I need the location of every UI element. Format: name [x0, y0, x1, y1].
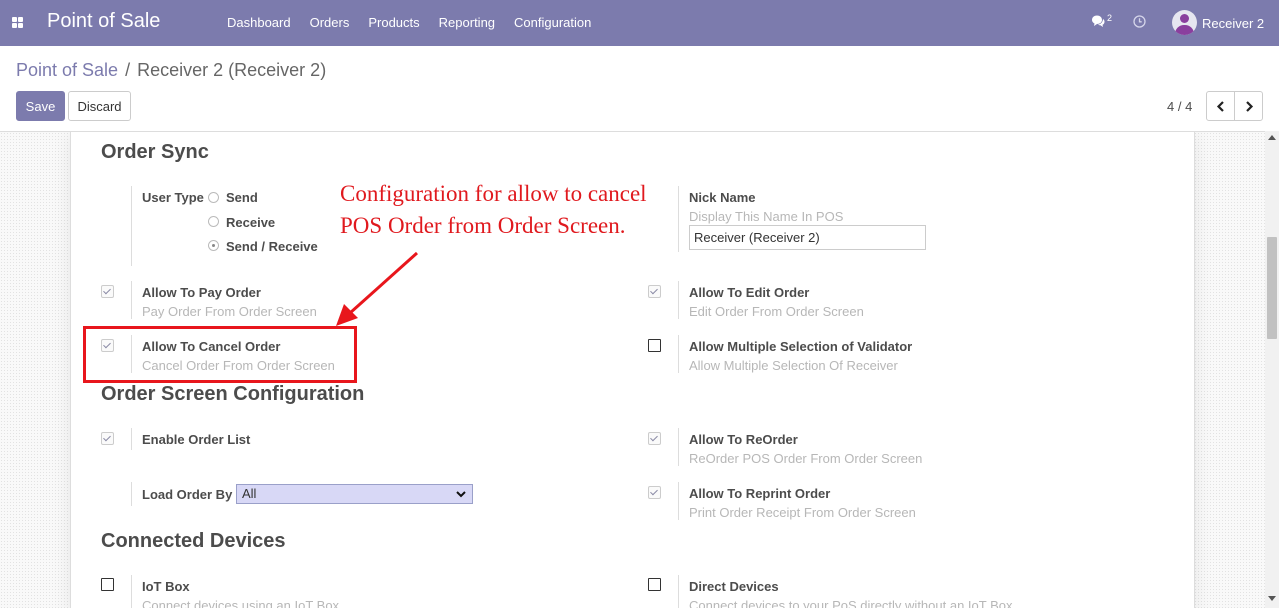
load-order-by-label: Load Order By — [142, 487, 233, 502]
field-divider — [131, 428, 132, 450]
field-divider — [131, 186, 132, 266]
allow-multi-selection-checkbox[interactable] — [648, 339, 661, 352]
chat-count-badge: 2 — [1107, 13, 1113, 23]
allow-pay-label: Allow To Pay Order — [142, 285, 261, 300]
annotation-caption: Configuration for allow to cancel POS Or… — [340, 178, 647, 242]
annotation-line-1: Configuration for allow to cancel — [340, 181, 647, 206]
radio-receive-label[interactable]: Receive — [226, 215, 275, 230]
clock-icon[interactable] — [1133, 15, 1146, 28]
radio-send-receive[interactable] — [208, 240, 219, 251]
direct-devices-label: Direct Devices — [689, 579, 779, 594]
section-title-connected-devices: Connected Devices — [101, 530, 286, 552]
annotation-highlight-box — [83, 326, 357, 383]
main-menu: Dashboard Orders Products Reporting Conf… — [227, 15, 611, 30]
enable-order-list-label: Enable Order List — [142, 432, 251, 447]
scroll-up-arrow-icon[interactable] — [1268, 135, 1276, 140]
save-button[interactable]: Save — [16, 91, 65, 121]
radio-send-receive-label[interactable]: Send / Receive — [226, 239, 318, 254]
pager-next-button[interactable] — [1234, 91, 1263, 121]
user-type-label: User Type — [142, 190, 204, 205]
field-divider — [131, 281, 132, 319]
breadcrumb-separator: / — [125, 60, 131, 80]
field-divider — [131, 575, 132, 608]
allow-reorder-label: Allow To ReOrder — [689, 432, 798, 447]
radio-send[interactable] — [208, 192, 219, 203]
allow-pay-checkbox[interactable] — [101, 285, 114, 298]
radio-receive[interactable] — [208, 216, 219, 227]
iot-box-help: Connect devices using an IoT Box — [142, 598, 340, 608]
allow-edit-checkbox[interactable] — [648, 285, 661, 298]
vertical-scrollbar[interactable] — [1265, 131, 1279, 608]
allow-reprint-label: Allow To Reprint Order — [689, 486, 831, 501]
nick-name-help: Display This Name In POS — [689, 209, 844, 224]
top-navbar: Point of Sale Dashboard Orders Products … — [0, 0, 1279, 46]
allow-pay-help: Pay Order From Order Screen — [142, 304, 317, 319]
allow-reprint-checkbox[interactable] — [648, 486, 661, 499]
enable-order-list-checkbox[interactable] — [101, 432, 114, 445]
chevron-left-icon — [1216, 101, 1224, 112]
allow-multi-selection-help: Allow Multiple Selection Of Receiver — [689, 358, 898, 373]
annotation-arrow — [336, 251, 419, 326]
direct-devices-help: Connect devices to your PoS directly wit… — [689, 598, 1013, 608]
menu-item-orders[interactable]: Orders — [310, 15, 350, 30]
pager-value[interactable]: 4 / 4 — [1167, 99, 1192, 114]
allow-reorder-checkbox[interactable] — [648, 432, 661, 445]
field-divider — [131, 482, 132, 506]
breadcrumb-parent[interactable]: Point of Sale — [16, 60, 118, 80]
section-title-order-sync: Order Sync — [101, 141, 209, 163]
iot-box-checkbox[interactable] — [101, 578, 114, 591]
menu-item-products[interactable]: Products — [368, 15, 419, 30]
annotation-line-2: POS Order from Order Screen. — [340, 213, 626, 238]
allow-edit-label: Allow To Edit Order — [689, 285, 810, 300]
field-divider — [678, 335, 679, 373]
field-divider — [678, 575, 679, 608]
allow-reprint-help: Print Order Receipt From Order Screen — [689, 505, 916, 520]
chat-icon[interactable] — [1091, 14, 1105, 28]
load-order-by-select[interactable]: All — [236, 484, 473, 504]
breadcrumb-current: Receiver 2 (Receiver 2) — [137, 60, 327, 80]
nick-name-input[interactable]: Receiver (Receiver 2) — [689, 225, 926, 250]
field-divider — [678, 281, 679, 319]
pager-previous-button[interactable] — [1206, 91, 1235, 121]
user-name[interactable]: Receiver 2 — [1202, 16, 1264, 31]
allow-reorder-help: ReOrder POS Order From Order Screen — [689, 451, 923, 466]
scroll-thumb[interactable] — [1267, 237, 1277, 339]
iot-box-label: IoT Box — [142, 579, 190, 594]
radio-send-label[interactable]: Send — [226, 190, 258, 205]
chevron-right-icon — [1246, 101, 1254, 112]
app-brand[interactable]: Point of Sale — [47, 10, 160, 33]
breadcrumb: Point of Sale / Receiver 2 (Receiver 2) — [16, 60, 326, 81]
apps-menu-icon[interactable] — [12, 17, 23, 28]
load-order-by-value: All — [242, 486, 257, 501]
menu-item-configuration[interactable]: Configuration — [514, 15, 591, 30]
nick-name-label: Nick Name — [689, 190, 756, 205]
field-divider — [678, 186, 679, 252]
field-divider — [678, 428, 679, 466]
scroll-down-arrow-icon[interactable] — [1268, 596, 1276, 601]
menu-item-dashboard[interactable]: Dashboard — [227, 15, 291, 30]
discard-button[interactable]: Discard — [68, 91, 131, 121]
section-title-order-screen: Order Screen Configuration — [101, 383, 365, 405]
menu-item-reporting[interactable]: Reporting — [439, 15, 495, 30]
user-avatar[interactable] — [1172, 10, 1197, 35]
field-divider — [678, 482, 679, 520]
direct-devices-checkbox[interactable] — [648, 578, 661, 591]
chevron-down-icon — [456, 491, 466, 498]
allow-multi-selection-label: Allow Multiple Selection of Validator — [689, 339, 913, 354]
allow-edit-help: Edit Order From Order Screen — [689, 304, 864, 319]
